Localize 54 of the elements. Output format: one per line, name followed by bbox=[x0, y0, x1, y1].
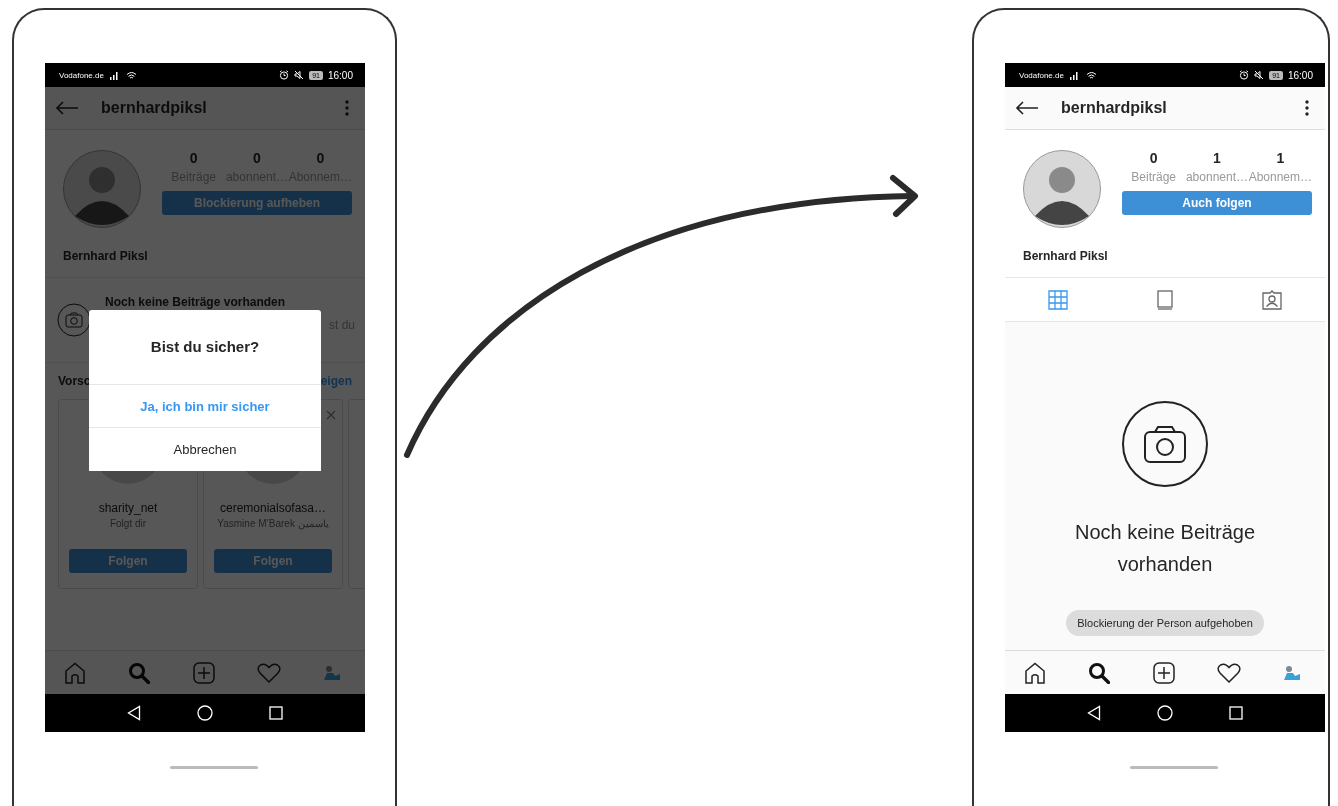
back-icon[interactable] bbox=[1087, 705, 1101, 721]
clock: 16:00 bbox=[327, 69, 353, 81]
empty-state-text: Noch keine Beiträge vorhanden bbox=[1073, 520, 1257, 577]
profile-name: Bernhard Piksl bbox=[1023, 249, 1109, 263]
home-button-icon[interactable] bbox=[197, 705, 213, 721]
camera-icon bbox=[1121, 400, 1209, 488]
recent-apps-icon[interactable] bbox=[1229, 706, 1243, 720]
wifi-icon bbox=[125, 70, 137, 80]
more-options-icon[interactable] bbox=[1305, 100, 1309, 116]
carrier-name: Vodafone.de bbox=[1019, 70, 1064, 80]
carrier-name: Vodafone.de bbox=[59, 70, 104, 80]
signal-icon bbox=[1068, 70, 1081, 80]
stat-value: 0 bbox=[316, 150, 325, 167]
back-icon[interactable] bbox=[127, 705, 141, 721]
suggestion-username[interactable]: ceremonialsofasa… bbox=[219, 501, 327, 515]
add-post-icon[interactable] bbox=[1152, 661, 1175, 684]
signal-icon bbox=[108, 70, 121, 80]
stat-value: 0 bbox=[1149, 150, 1158, 167]
profile-action-button[interactable]: Auch folgen bbox=[1122, 191, 1312, 215]
alarm-icon bbox=[279, 70, 290, 80]
search-icon[interactable] bbox=[1088, 661, 1111, 684]
suggestions-heading: Vorsc bbox=[58, 374, 91, 388]
mute-icon bbox=[1254, 70, 1265, 80]
username-title: bernhardpiksl bbox=[1061, 99, 1168, 117]
follow-button[interactable]: Folgen bbox=[214, 549, 332, 573]
username-title: bernhardpiksl bbox=[101, 99, 208, 117]
home-button-icon[interactable] bbox=[1157, 705, 1173, 721]
mute-icon bbox=[294, 70, 305, 80]
clock: 16:00 bbox=[1287, 69, 1313, 81]
profile-name: Bernhard Piksl bbox=[63, 249, 149, 263]
profile-icon[interactable] bbox=[1283, 664, 1301, 681]
show-all-link[interactable]: eigen bbox=[320, 374, 352, 388]
home-icon[interactable] bbox=[1024, 661, 1046, 684]
feed-icon bbox=[1157, 289, 1173, 310]
grid-icon bbox=[1048, 289, 1069, 310]
stat-value: 1 bbox=[1213, 150, 1221, 167]
wifi-icon bbox=[1085, 70, 1097, 80]
heart-icon[interactable] bbox=[1216, 662, 1241, 683]
stat-value: 1 bbox=[1276, 150, 1285, 167]
recent-apps-icon[interactable] bbox=[269, 706, 283, 720]
tagged-person-icon bbox=[1261, 289, 1282, 310]
suggestion-username[interactable]: sharity_net bbox=[98, 501, 158, 515]
follow-button[interactable]: Folgen bbox=[69, 549, 187, 573]
stat-label: Beiträge bbox=[1131, 169, 1176, 185]
profile-action-button[interactable]: Blockierung aufheben bbox=[162, 191, 352, 215]
alarm-icon bbox=[1239, 70, 1250, 80]
stat-value: 0 bbox=[253, 150, 261, 167]
stat-label: Abonnem… bbox=[1248, 169, 1312, 185]
stat-value: 0 bbox=[189, 150, 198, 167]
back-arrow-icon[interactable] bbox=[1015, 101, 1039, 115]
stat-label: abonnent… bbox=[1185, 169, 1248, 185]
toast-message: Blockierung der Person aufgehoben bbox=[1066, 610, 1264, 636]
notice-title: Noch keine Beiträge vorhanden bbox=[105, 294, 287, 309]
camera-icon bbox=[57, 303, 91, 337]
